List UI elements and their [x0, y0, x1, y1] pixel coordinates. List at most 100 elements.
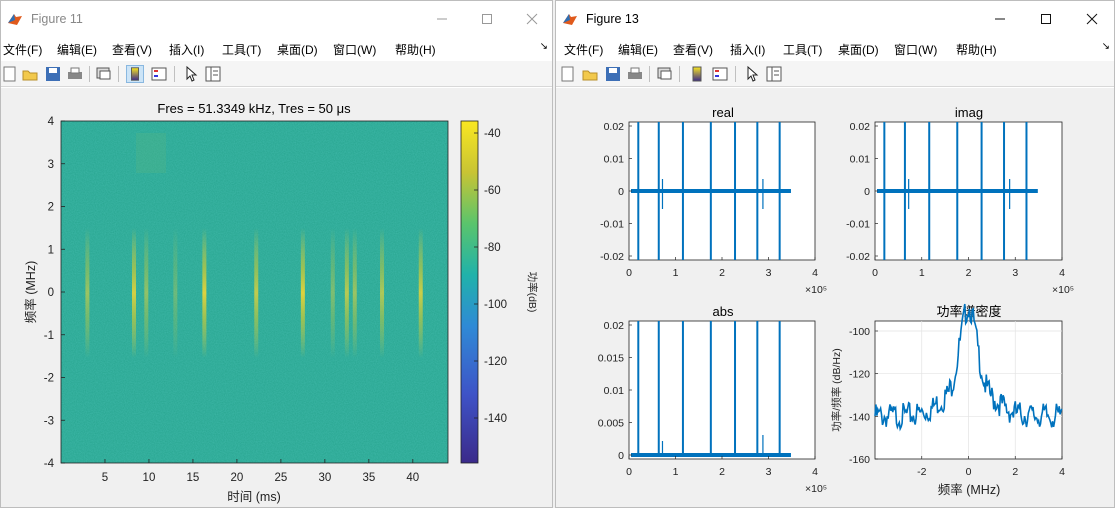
pointer-icon[interactable] — [182, 65, 200, 83]
maximize-button[interactable] — [464, 1, 510, 37]
x-tick-label: 4 — [1059, 466, 1065, 478]
y-tick-label: -120 — [849, 369, 870, 381]
y-tick-label: -4 — [44, 458, 55, 470]
x-tick-label: 4 — [1059, 267, 1065, 279]
toolbar — [556, 61, 1114, 87]
print-icon[interactable] — [66, 65, 84, 83]
link-plot-icon[interactable] — [95, 65, 113, 83]
minimize-button[interactable] — [977, 1, 1023, 37]
colorbar-tick-label: -120 — [484, 356, 507, 368]
x-tick-label: 0 — [872, 267, 878, 279]
matlab-icon — [8, 14, 22, 25]
x-axis-label: 时间 (ms) — [227, 490, 280, 504]
y-tick-label: 0 — [618, 186, 624, 198]
menu-file[interactable]: 文件(F) — [3, 41, 42, 58]
save-icon[interactable] — [44, 65, 62, 83]
x-exponent-label: ×10⁵ — [805, 284, 827, 296]
menu-file[interactable]: 文件(F) — [564, 41, 603, 58]
y-tick-label: 0 — [864, 186, 870, 198]
x-tick-label: 3 — [766, 267, 772, 279]
imag-subplot[interactable]: imag — [874, 105, 1063, 261]
psd-y-label: 功率/频率 (dB/Hz) — [830, 348, 843, 431]
x-tick-label: 2 — [966, 267, 972, 279]
menu-insert[interactable]: 插入(I) — [730, 41, 765, 58]
y-tick-label: 0.02 — [604, 320, 625, 332]
imag-title: imag — [955, 105, 983, 120]
subplots-figure[interactable]: real imag abs 功率谱密度 频率 (MHz) 功率/频率 (dB/H… — [556, 88, 1115, 508]
abs-subplot[interactable]: abs — [628, 304, 816, 460]
x-tick-label: 20 — [231, 472, 244, 484]
x-tick-label: 3 — [1012, 267, 1018, 279]
y-tick-label: -0.02 — [600, 251, 624, 263]
x-tick-label: 25 — [274, 472, 287, 484]
menu-view[interactable]: 查看(V) — [112, 41, 152, 58]
window-title: Figure 13 — [586, 12, 639, 26]
colorbar-tick-label: -100 — [484, 299, 507, 311]
y-tick-label: -140 — [849, 411, 870, 423]
menu-desktop[interactable]: 桌面(D) — [838, 41, 879, 58]
title-bar: Figure 11 — [1, 1, 552, 37]
menu-help[interactable]: 帮助(H) — [956, 41, 997, 58]
real-subplot[interactable]: real — [628, 105, 816, 261]
link-plot-icon[interactable] — [656, 65, 674, 83]
y-tick-label: 0.005 — [598, 418, 624, 430]
real-title: real — [712, 105, 734, 120]
dock-icon[interactable]: ↘ — [1102, 41, 1110, 52]
menu-insert[interactable]: 插入(I) — [169, 41, 204, 58]
x-tick-label: 0 — [626, 267, 632, 279]
window-title: Figure 11 — [31, 12, 83, 26]
x-tick-label: 0 — [626, 466, 632, 478]
spectrogram-plot[interactable]: Fres = 51.3349 kHz, Tres = 50 μs 43210-1… — [1, 88, 553, 508]
legend-icon[interactable] — [711, 65, 729, 83]
colorbar[interactable] — [460, 120, 479, 464]
title-bar: Figure 13 — [556, 1, 1114, 37]
y-tick-label: -100 — [849, 326, 870, 338]
dock-icon[interactable]: ↘ — [540, 41, 548, 52]
figure-canvas: Fres = 51.3349 kHz, Tres = 50 μs 4 3 2 1 0 -1… — [1, 88, 552, 507]
x-tick-label: 40 — [406, 472, 419, 484]
burst-stripe — [330, 228, 335, 358]
colorbar-icon[interactable] — [126, 65, 144, 83]
menu-help[interactable]: 帮助(H) — [395, 41, 436, 58]
minimize-button[interactable] — [419, 1, 465, 37]
menu-edit[interactable]: 编辑(E) — [618, 41, 658, 58]
close-icon — [526, 13, 538, 25]
new-figure-icon[interactable] — [559, 65, 577, 83]
print-icon[interactable] — [626, 65, 644, 83]
menu-bar: 文件(F) 编辑(E) 查看(V) 插入(I) 工具(T) 桌面(D) 窗口(W… — [556, 37, 1114, 59]
burst-stripe — [85, 228, 90, 358]
save-icon[interactable] — [604, 65, 622, 83]
property-inspector-icon[interactable] — [204, 65, 222, 83]
psd-x-label: 频率 (MHz) — [938, 482, 1001, 497]
legend-icon[interactable] — [150, 65, 168, 83]
burst-stripe — [352, 228, 357, 358]
property-inspector-icon[interactable] — [765, 65, 783, 83]
menu-desktop[interactable]: 桌面(D) — [277, 41, 318, 58]
y-tick-label: 4 — [48, 116, 55, 128]
pointer-icon[interactable] — [743, 65, 761, 83]
close-button[interactable] — [509, 1, 552, 37]
menu-edit[interactable]: 编辑(E) — [57, 41, 97, 58]
burst-stripe — [380, 228, 385, 358]
burst-stripe — [254, 228, 259, 358]
menu-window[interactable]: 窗口(W) — [894, 41, 937, 58]
maximize-icon — [1041, 14, 1051, 24]
abs-title: abs — [713, 304, 734, 319]
y-tick-label: 0.01 — [850, 154, 871, 166]
menu-tools[interactable]: 工具(T) — [222, 41, 261, 58]
close-button[interactable] — [1069, 1, 1114, 37]
new-figure-icon[interactable] — [1, 65, 19, 83]
colorbar-icon[interactable] — [688, 65, 706, 83]
burst-stripe — [202, 228, 207, 358]
menu-tools[interactable]: 工具(T) — [783, 41, 822, 58]
open-file-icon[interactable] — [581, 65, 599, 83]
toolbar — [1, 61, 552, 87]
open-file-icon[interactable] — [21, 65, 39, 83]
menu-view[interactable]: 查看(V) — [673, 41, 713, 58]
maximize-button[interactable] — [1023, 1, 1069, 37]
menu-window[interactable]: 窗口(W) — [333, 41, 376, 58]
minimize-icon — [995, 18, 1005, 20]
x-exponent-label: ×10⁵ — [805, 483, 827, 495]
y-tick-label: -1 — [44, 330, 54, 342]
y-tick-label: 0 — [48, 287, 54, 299]
